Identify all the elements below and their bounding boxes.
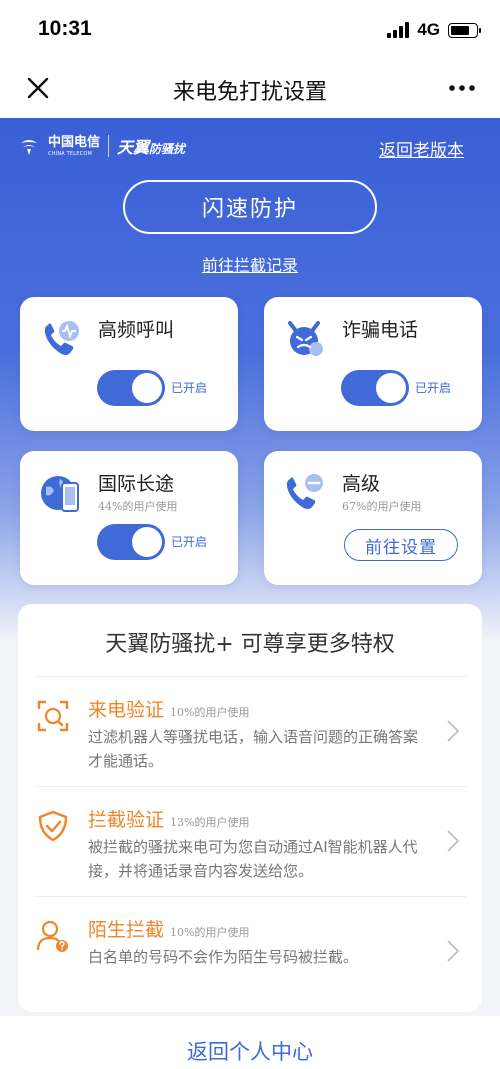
perk-desc: 过滤机器人等骚扰电话，输入语音问题的正确答案才能通话。 <box>88 728 419 770</box>
chevron-right-icon <box>447 940 460 962</box>
scan-face-icon <box>37 700 69 732</box>
logo-brand-sub: 防骚扰 <box>149 142 186 156</box>
feature-title: 高级 <box>342 473 381 495</box>
toggle-knob <box>132 527 162 557</box>
perk-desc: 被拦截的骚扰来电可为您自动通过AI智能机器人代接，并将通话录音内容发送给您。 <box>88 838 418 880</box>
phone-minus-icon <box>286 474 323 509</box>
high-frequency-toggle[interactable] <box>97 370 165 406</box>
signal-icon <box>387 22 410 38</box>
globe-phone-icon <box>41 476 79 512</box>
toggle-status: 已开启 <box>171 535 208 549</box>
feature-title: 国际长途 <box>98 473 175 495</box>
status-bar: 10:31 4G <box>0 0 500 58</box>
chevron-right-icon <box>447 720 460 742</box>
perk-item-stranger-block[interactable]: 陌生拦截 10%的用户使用 白名单的号码不会作为陌生号码被拦截。 <box>34 896 466 1006</box>
perks-title: 天翼防骚扰+ 可尊享更多特权 <box>105 632 395 657</box>
nav-bar: 来电免打扰设置 <box>0 58 500 118</box>
feature-usage: 44%的用户使用 <box>98 500 178 513</box>
brand-logo: 中国电信 CHINA TELECOM 天翼防骚扰 <box>18 134 185 158</box>
flash-protect-button[interactable]: 闪速防护 <box>123 180 377 234</box>
phone-alert-icon <box>44 321 79 355</box>
feature-card-fraud[interactable]: 诈骗电话 已开启 <box>264 297 482 431</box>
perk-item-call-verify[interactable]: 来电验证 10%的用户使用 过滤机器人等骚扰电话，输入语音问题的正确答案才能通话。 <box>34 676 466 786</box>
logo-brand: 天翼防骚扰 <box>117 134 185 158</box>
perk-title: 陌生拦截 <box>88 919 165 941</box>
feature-usage: 67%的用户使用 <box>342 500 422 513</box>
goto-records-link[interactable]: 前往拦截记录 <box>0 252 500 276</box>
perks-panel: 天翼防骚扰+ 可尊享更多特权 来电验证 10%的用户使用 过滤机器人等骚扰电话，输… <box>18 604 482 1012</box>
perk-usage: 13%的用户使用 <box>170 816 250 829</box>
fraud-toggle[interactable] <box>341 370 409 406</box>
perk-usage: 10%的用户使用 <box>170 706 250 719</box>
logo-brand-main: 天翼 <box>117 138 150 157</box>
back-to-profile-link[interactable]: 返回个人中心 <box>0 1036 500 1066</box>
feature-title: 高频呼叫 <box>98 319 175 341</box>
status-time: 10:31 <box>38 17 92 40</box>
feature-card-international[interactable]: 国际长途 44%的用户使用 已开启 <box>20 451 238 585</box>
feature-card-advanced[interactable]: 高级 67%的用户使用 前往设置 <box>264 451 482 585</box>
logo-divider <box>108 135 110 157</box>
toggle-knob <box>132 373 162 403</box>
logo-carrier: 中国电信 <box>48 134 101 150</box>
goto-settings-button[interactable]: 前往设置 <box>344 529 458 561</box>
international-toggle[interactable] <box>97 524 165 560</box>
toggle-status: 已开启 <box>171 381 208 395</box>
network-type: 4G <box>417 20 440 39</box>
feature-card-high-frequency[interactable]: 高频呼叫 已开启 <box>20 297 238 431</box>
logo-carrier-en: CHINA TELECOM <box>48 150 92 157</box>
page-title: 来电免打扰设置 <box>172 80 327 105</box>
toggle-knob <box>376 373 406 403</box>
battery-icon <box>448 22 481 38</box>
shield-check-icon <box>38 810 68 842</box>
perk-item-intercept-verify[interactable]: 拦截验证 13%的用户使用 被拦截的骚扰来电可为您自动通过AI智能机器人代接，并将… <box>34 786 466 896</box>
back-old-version-link[interactable]: 返回老版本 <box>379 136 464 161</box>
footer: 返回个人中心 <box>0 1016 500 1069</box>
more-icon[interactable] <box>446 78 478 98</box>
perk-usage: 10%的用户使用 <box>170 926 250 939</box>
perk-title: 拦截验证 <box>88 809 165 831</box>
devil-face-icon <box>288 321 323 356</box>
status-indicators: 4G <box>387 20 481 40</box>
user-question-icon <box>36 920 68 952</box>
perk-title: 来电验证 <box>88 699 165 721</box>
perk-name: 拦截验证 13%的用户使用 <box>88 805 249 832</box>
feature-title: 诈骗电话 <box>342 319 419 341</box>
perk-desc: 白名单的号码不会作为陌生号码被拦截。 <box>88 948 359 966</box>
perk-name: 陌生拦截 10%的用户使用 <box>88 915 249 942</box>
perk-name: 来电验证 10%的用户使用 <box>88 695 249 722</box>
toggle-status: 已开启 <box>415 381 452 395</box>
telecom-logo-icon <box>21 140 37 155</box>
chevron-right-icon <box>447 830 460 852</box>
